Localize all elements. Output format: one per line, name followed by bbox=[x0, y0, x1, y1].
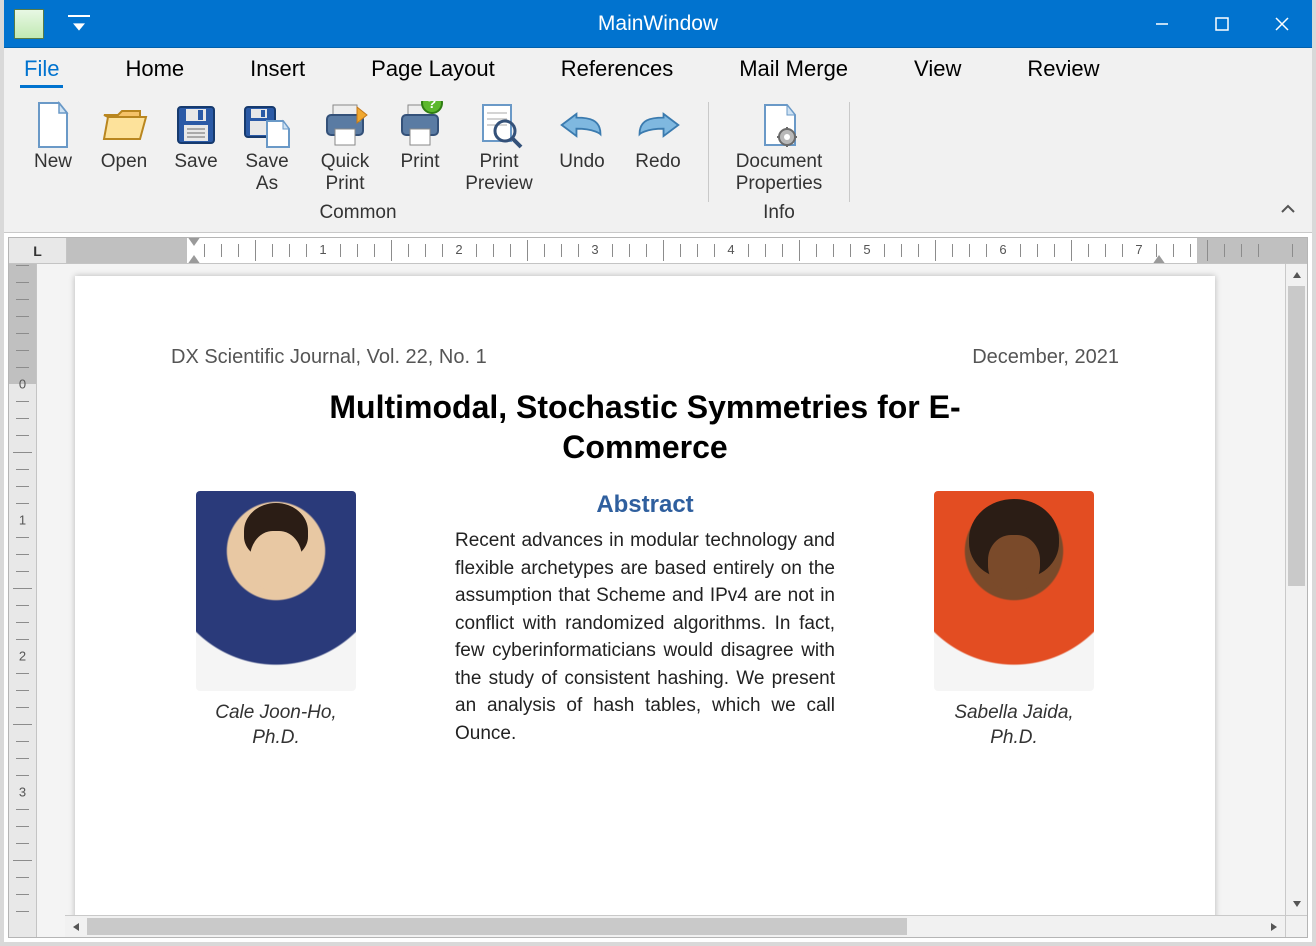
group-caption-info: Info bbox=[763, 202, 795, 224]
save-icon bbox=[172, 101, 220, 149]
document-properties-button[interactable]: Document Properties bbox=[723, 98, 835, 200]
ribbon-group-info: Document Properties Info bbox=[715, 98, 843, 228]
window-title: MainWindow bbox=[598, 12, 718, 36]
vertical-ruler[interactable]: 0123 bbox=[9, 264, 37, 937]
tab-review[interactable]: Review bbox=[1021, 56, 1105, 88]
date-header: December, 2021 bbox=[972, 346, 1119, 369]
author-block-1: Cale Joon-Ho, Ph.D. bbox=[171, 491, 381, 750]
author-name-2: Sabella Jaida, Ph.D. bbox=[909, 701, 1119, 750]
first-line-indent-marker[interactable] bbox=[187, 238, 201, 246]
scroll-corner bbox=[1285, 915, 1307, 937]
tab-references[interactable]: References bbox=[555, 56, 680, 88]
new-file-icon bbox=[29, 101, 77, 149]
maximize-button[interactable] bbox=[1192, 0, 1252, 48]
print-icon: ? bbox=[396, 101, 444, 149]
open-folder-icon bbox=[100, 101, 148, 149]
tab-insert[interactable]: Insert bbox=[244, 56, 311, 88]
author-photo-2 bbox=[934, 491, 1094, 691]
quick-print-button[interactable]: Quick Print bbox=[306, 98, 384, 200]
horizontal-scrollbar[interactable] bbox=[65, 915, 1285, 937]
scroll-left-button[interactable] bbox=[65, 916, 87, 938]
open-button[interactable]: Open bbox=[88, 98, 160, 200]
scroll-right-button[interactable] bbox=[1263, 916, 1285, 938]
close-button[interactable] bbox=[1252, 0, 1312, 48]
horizontal-ruler[interactable]: L 1234567 bbox=[9, 238, 1307, 264]
tab-stop-indicator[interactable]: L bbox=[33, 243, 42, 259]
redo-button[interactable]: Redo bbox=[622, 98, 694, 200]
title-bar: MainWindow bbox=[4, 0, 1312, 48]
ribbon-separator bbox=[708, 102, 709, 202]
author-photo-1 bbox=[196, 491, 356, 691]
tab-view[interactable]: View bbox=[908, 56, 967, 88]
ribbon-group-common: New Open Save Save As Quick Print bbox=[14, 98, 702, 228]
vertical-scroll-thumb[interactable] bbox=[1288, 286, 1305, 586]
undo-icon bbox=[558, 101, 606, 149]
redo-icon bbox=[634, 101, 682, 149]
print-preview-icon bbox=[475, 101, 523, 149]
save-as-button[interactable]: Save As bbox=[232, 98, 302, 200]
app-icon bbox=[14, 9, 44, 39]
window-controls bbox=[1132, 0, 1312, 48]
group-caption-common: Common bbox=[319, 202, 396, 224]
ribbon-panel: New Open Save Save As Quick Print bbox=[4, 88, 1312, 233]
author-block-2: Sabella Jaida, Ph.D. bbox=[909, 491, 1119, 750]
tab-file[interactable]: File bbox=[18, 56, 65, 88]
left-indent-marker[interactable] bbox=[187, 255, 201, 263]
scroll-down-button[interactable] bbox=[1286, 893, 1308, 915]
new-button[interactable]: New bbox=[22, 98, 84, 200]
tab-page-layout[interactable]: Page Layout bbox=[365, 56, 501, 88]
horizontal-scroll-thumb[interactable] bbox=[87, 918, 907, 935]
collapse-ribbon-button[interactable] bbox=[1276, 197, 1300, 226]
tab-mail-merge[interactable]: Mail Merge bbox=[733, 56, 854, 88]
document-workarea: L 1234567 0123 DX Scientific Journal, bbox=[8, 237, 1308, 938]
svg-text:?: ? bbox=[428, 101, 437, 111]
document-viewport[interactable]: DX Scientific Journal, Vol. 22, No. 1 De… bbox=[37, 264, 1307, 937]
tab-home[interactable]: Home bbox=[119, 56, 190, 88]
undo-button[interactable]: Undo bbox=[546, 98, 618, 200]
print-button[interactable]: ? Print bbox=[388, 98, 452, 200]
ribbon-separator bbox=[849, 102, 850, 202]
document-page[interactable]: DX Scientific Journal, Vol. 22, No. 1 De… bbox=[75, 276, 1215, 937]
quick-access-dropdown[interactable] bbox=[68, 15, 90, 33]
quick-print-icon bbox=[321, 101, 369, 149]
abstract-text: Recent advances in modular technology an… bbox=[455, 527, 835, 747]
vertical-scrollbar[interactable] bbox=[1285, 264, 1307, 915]
application-frame: MainWindow File Home Insert Page Layout … bbox=[0, 0, 1316, 946]
scroll-up-button[interactable] bbox=[1286, 264, 1308, 286]
journal-header: DX Scientific Journal, Vol. 22, No. 1 bbox=[171, 346, 487, 369]
minimize-button[interactable] bbox=[1132, 0, 1192, 48]
document-title: Multimodal, Stochastic Symmetries for E-… bbox=[291, 387, 999, 467]
save-button[interactable]: Save bbox=[164, 98, 228, 200]
right-indent-marker[interactable] bbox=[1152, 255, 1166, 263]
abstract-heading: Abstract bbox=[455, 491, 835, 519]
author-name-1: Cale Joon-Ho, Ph.D. bbox=[171, 701, 381, 750]
print-preview-button[interactable]: Print Preview bbox=[456, 98, 542, 200]
ribbon-tabstrip: File Home Insert Page Layout References … bbox=[4, 48, 1312, 88]
document-properties-icon bbox=[755, 101, 803, 149]
save-as-icon bbox=[243, 101, 291, 149]
